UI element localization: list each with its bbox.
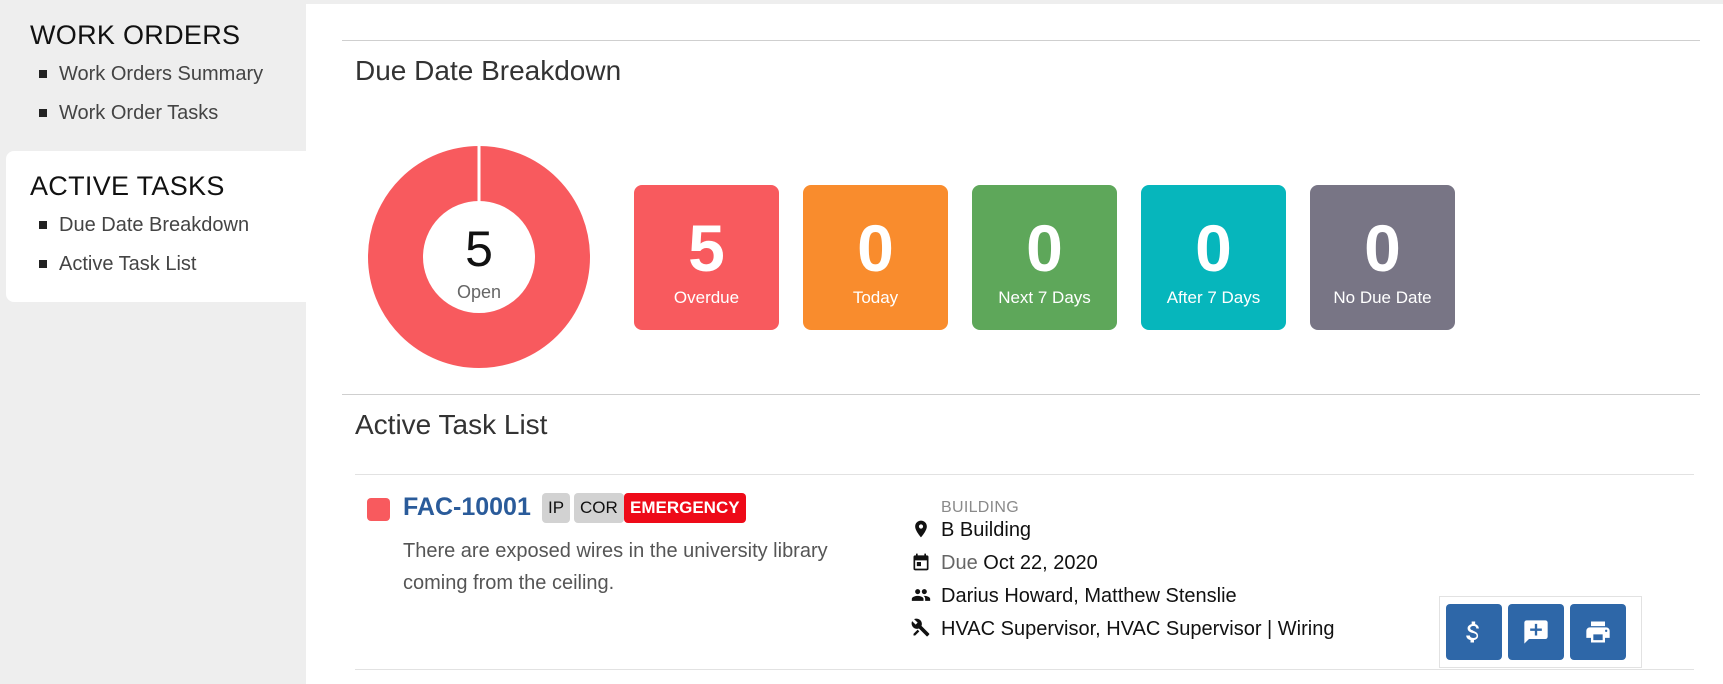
- nav-group-work-orders: WORK ORDERS Work Orders Summary Work Ord…: [0, 0, 306, 151]
- calendar-icon: [913, 553, 929, 571]
- tile-label: Next 7 Days: [998, 288, 1091, 307]
- due-date: Due Oct 22, 2020: [941, 547, 1098, 579]
- tile-value: 0: [1195, 211, 1232, 285]
- priority-indicator: [367, 498, 390, 521]
- nav-item-label: Work Orders Summary: [59, 63, 264, 85]
- cost-button[interactable]: [1446, 604, 1502, 660]
- assignees-value: Darius Howard, Matthew Stenslie: [941, 585, 1237, 607]
- location-pin-icon: [915, 520, 927, 538]
- tile-next-7-days[interactable]: 0 Next 7 Days: [972, 185, 1117, 330]
- donut-center: 5 Open: [368, 146, 590, 368]
- tile-value: 0: [857, 211, 894, 285]
- nav-item-label: Due Date Breakdown: [59, 214, 250, 236]
- tile-label: Overdue: [673, 288, 740, 307]
- tile-value: 5: [688, 211, 725, 285]
- tile-label: After 7 Days: [1166, 288, 1261, 307]
- main-content: Due Date Breakdown 5 Open 5 Overdue 0 To…: [306, 4, 1723, 684]
- nav-item-active-task-list[interactable]: Active Task List: [30, 249, 306, 288]
- dollar-icon: [1466, 621, 1479, 643]
- building-value: B Building: [941, 519, 1032, 541]
- nav-list: Work Orders Summary Work Order Tasks: [30, 59, 306, 137]
- tile-today[interactable]: 0 Today: [803, 185, 948, 330]
- donut-value: 5: [465, 221, 493, 277]
- due-date-value: Oct 22, 2020: [983, 552, 1098, 574]
- bullet-icon: [39, 221, 47, 229]
- task-id-link[interactable]: FAC-10001: [403, 493, 531, 522]
- add-comment-icon: [1524, 620, 1548, 644]
- nav-item-work-order-tasks[interactable]: Work Order Tasks: [30, 98, 306, 137]
- due-prefix: Due: [941, 552, 978, 574]
- nav-list: Due Date Breakdown Active Task List: [30, 210, 306, 288]
- section-title-active-task-list: Active Task List: [355, 409, 548, 440]
- print-icon: [1586, 621, 1610, 643]
- tools-icon: [911, 618, 930, 637]
- task-description: There are exposed wires in the universit…: [403, 540, 828, 594]
- donut-label: Open: [456, 282, 502, 302]
- bullet-icon: [39, 109, 47, 117]
- status-badge-ip: IP: [542, 493, 571, 523]
- sidebar: WORK ORDERS Work Orders Summary Work Ord…: [0, 0, 306, 684]
- trades-value: HVAC Supervisor, HVAC Supervisor | Wirin…: [941, 618, 1335, 640]
- nav-item-label: Active Task List: [59, 253, 197, 275]
- task-actions: [1439, 596, 1642, 668]
- people-icon: [911, 589, 931, 601]
- tile-label: Today: [852, 288, 899, 307]
- nav-group-active-tasks: ACTIVE TASKS Due Date Breakdown Active T…: [6, 151, 306, 302]
- nav-item-work-orders-summary[interactable]: Work Orders Summary: [30, 59, 306, 98]
- bullet-icon: [39, 70, 47, 78]
- nav-group-title: WORK ORDERS: [30, 20, 241, 50]
- add-comment-button[interactable]: [1508, 604, 1564, 660]
- tile-value: 0: [1364, 211, 1401, 285]
- print-button[interactable]: [1570, 604, 1626, 660]
- nav-group-title: ACTIVE TASKS: [30, 171, 225, 201]
- tile-no-due-date[interactable]: 0 No Due Date: [1310, 185, 1455, 330]
- tile-after-7-days[interactable]: 0 After 7 Days: [1141, 185, 1286, 330]
- tile-label: No Due Date: [1333, 288, 1432, 307]
- tile-value: 0: [1026, 211, 1063, 285]
- section-title-due-date-breakdown: Due Date Breakdown: [355, 55, 622, 86]
- nav-item-label: Work Order Tasks: [59, 102, 219, 124]
- nav-item-due-date-breakdown[interactable]: Due Date Breakdown: [30, 210, 306, 249]
- tile-overdue[interactable]: 5 Overdue: [634, 185, 779, 330]
- divider: [342, 40, 1700, 41]
- bullet-icon: [39, 260, 47, 268]
- status-badge-cor: COR: [574, 493, 624, 523]
- priority-badge-emergency: EMERGENCY: [624, 493, 746, 523]
- divider: [342, 394, 1700, 395]
